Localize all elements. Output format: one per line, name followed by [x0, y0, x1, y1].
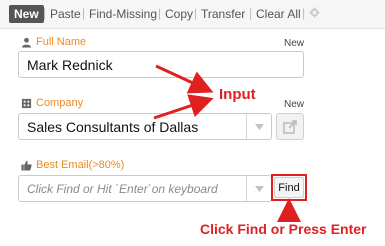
- find-callout: Click Find or Press Enter: [200, 221, 367, 237]
- annotation-arrows: [153, 64, 301, 222]
- input-callout: Input: [219, 86, 256, 103]
- arrow-to-full-name: [155, 64, 214, 94]
- arrow-to-company: [153, 94, 214, 120]
